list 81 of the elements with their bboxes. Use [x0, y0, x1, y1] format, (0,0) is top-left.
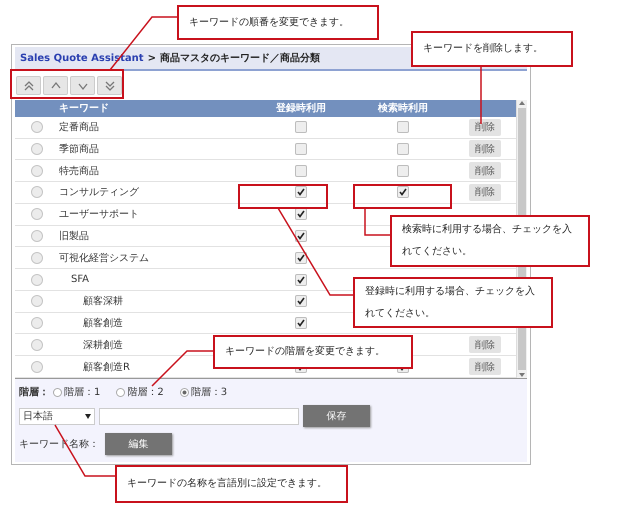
- callout-tooltip: キーワードの順番を変更できます。: [177, 5, 379, 40]
- level-option[interactable]: 階層：1: [53, 385, 100, 399]
- level-option[interactable]: 階層：2: [116, 385, 164, 399]
- callout-tooltip: 登録時に利用する場合、チェックを入れてください。: [353, 277, 553, 328]
- registration-checkbox[interactable]: [295, 317, 307, 330]
- callout-tooltip: キーワードの階層を変更できます。: [213, 335, 413, 369]
- search-checkbox[interactable]: [397, 121, 409, 134]
- keyword-label: 顧客創造R: [83, 360, 130, 374]
- callout-tooltip: 検索時に利用する場合、チェックを入れてください。: [390, 215, 590, 267]
- registration-checkbox[interactable]: [295, 208, 307, 220]
- registration-checkbox[interactable]: [295, 186, 307, 198]
- scroll-up-icon[interactable]: [519, 100, 525, 106]
- check-icon: [297, 319, 305, 328]
- language-select[interactable]: 日本語: [19, 408, 95, 424]
- keyword-name-field[interactable]: [99, 408, 299, 424]
- search-checkbox[interactable]: [397, 142, 409, 155]
- level-option[interactable]: 階層：3: [180, 385, 228, 399]
- row-radio[interactable]: [31, 121, 43, 134]
- breadcrumb-separator: >: [148, 52, 156, 64]
- check-icon: [297, 188, 305, 196]
- search-checkbox[interactable]: [397, 186, 409, 198]
- check-icon: [297, 276, 305, 284]
- registration-checkbox[interactable]: [295, 164, 307, 177]
- leader-line: [151, 350, 213, 387]
- keyword-label: コンサルティング: [59, 186, 139, 200]
- level-label: 階層：: [19, 386, 49, 399]
- check-icon: [297, 232, 305, 240]
- registration-checkbox[interactable]: [295, 142, 307, 155]
- column-header: 検索時利用: [378, 102, 428, 116]
- keyword-label: ユーザーサポート: [59, 208, 139, 222]
- registration-checkbox[interactable]: [295, 121, 307, 134]
- save-button[interactable]: 保存: [303, 405, 370, 427]
- page-title: 商品マスタのキーワード／商品分類: [160, 51, 320, 65]
- dropdown-caret-icon: [85, 414, 91, 418]
- column-header: キーワード: [59, 102, 109, 116]
- delete-button[interactable]: 削除: [469, 162, 501, 180]
- check-icon: [297, 297, 305, 306]
- move-button[interactable]: [16, 76, 41, 95]
- row-radio[interactable]: [31, 338, 43, 351]
- callout-tooltip: キーワードの名称を言語別に設定できます。: [115, 465, 348, 503]
- delete-button[interactable]: 削除: [469, 358, 501, 376]
- delete-button[interactable]: 削除: [469, 118, 501, 136]
- registration-checkbox[interactable]: [295, 295, 307, 308]
- leader-line: [54, 424, 115, 477]
- search-checkbox[interactable]: [397, 164, 409, 177]
- row-radio[interactable]: [31, 252, 43, 264]
- keyword-label: SFA: [71, 274, 90, 286]
- move-button[interactable]: [70, 76, 95, 95]
- registration-checkbox[interactable]: [295, 252, 307, 264]
- column-header: 登録時利用: [276, 102, 326, 116]
- delete-button[interactable]: 削除: [469, 140, 501, 158]
- keyword-label: 深耕創造: [83, 338, 123, 352]
- row-radio[interactable]: [31, 142, 43, 155]
- edit-button[interactable]: 編集: [105, 433, 172, 455]
- row-radio[interactable]: [31, 164, 43, 177]
- keyword-label: 特売商品: [59, 164, 99, 178]
- check-icon: [297, 254, 305, 262]
- keyword-label: 顧客創造: [83, 316, 123, 330]
- registration-checkbox[interactable]: [295, 274, 307, 286]
- row-radio[interactable]: [31, 317, 43, 330]
- row-radio[interactable]: [31, 230, 43, 242]
- leader-line: [480, 67, 482, 124]
- keyword-label: 季節商品: [59, 142, 99, 156]
- check-icon: [297, 210, 305, 218]
- leader-line: [364, 208, 390, 236]
- move-button[interactable]: [43, 76, 68, 95]
- keyword-label: 顧客深耕: [83, 294, 123, 308]
- row-radio[interactable]: [31, 208, 43, 220]
- move-button[interactable]: [97, 76, 122, 95]
- delete-button[interactable]: 削除: [469, 184, 501, 201]
- delete-button[interactable]: 削除: [469, 336, 501, 354]
- keyword-label: 可視化経営システム: [59, 252, 149, 265]
- registration-checkbox[interactable]: [295, 230, 307, 242]
- row-radio[interactable]: [31, 274, 43, 286]
- row-radio[interactable]: [31, 360, 43, 373]
- keyword-label: 定番商品: [59, 120, 99, 134]
- callout-tooltip: キーワードを削除します。: [411, 31, 573, 67]
- row-radio[interactable]: [31, 295, 43, 308]
- keyword-label: 旧製品: [59, 230, 89, 244]
- row-radio[interactable]: [31, 186, 43, 198]
- check-icon: [399, 188, 407, 196]
